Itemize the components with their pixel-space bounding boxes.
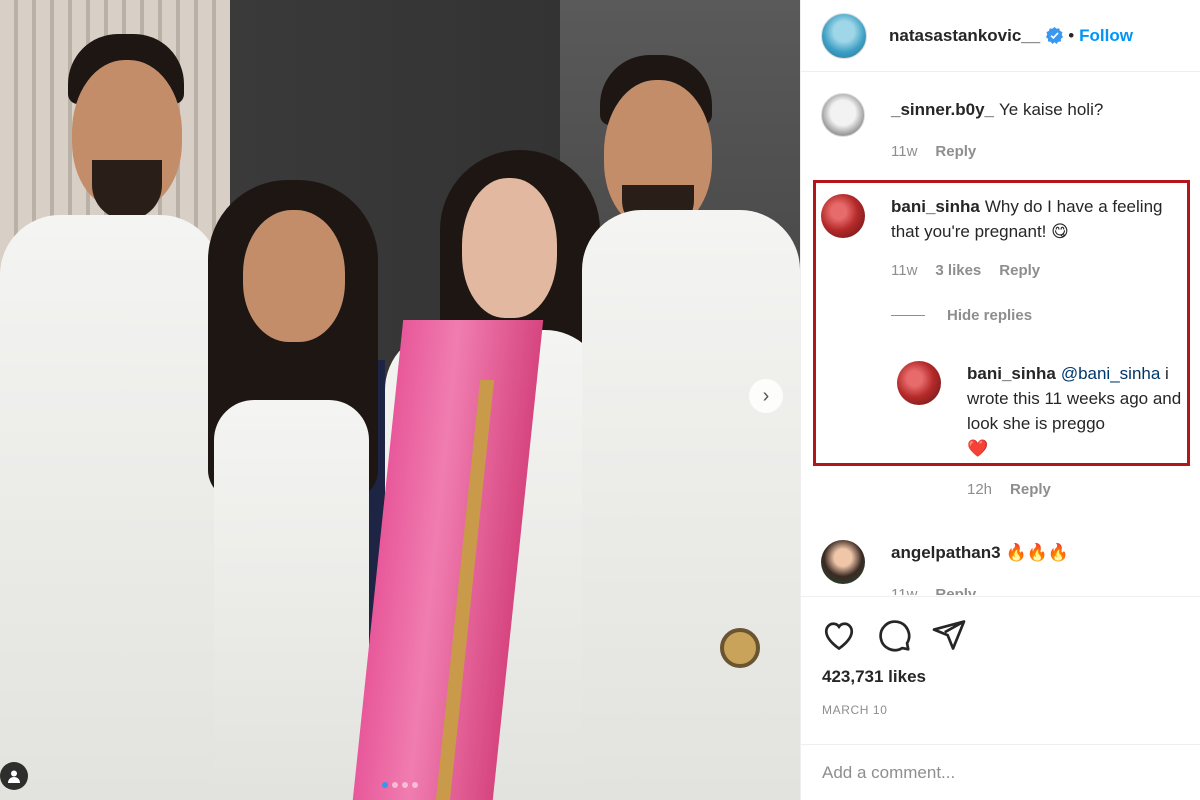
post-date: MARCH 10	[822, 703, 888, 717]
chevron-right-icon: ›	[762, 385, 770, 407]
comments-list[interactable]: _sinner.b0y_ Ye kaise holi? 11w Reply ban…	[801, 73, 1200, 595]
hide-replies-button[interactable]: Hide replies	[891, 307, 1032, 324]
carousel-dot	[412, 782, 418, 788]
owner-avatar[interactable]	[821, 12, 867, 59]
comment-icon[interactable]	[876, 617, 912, 653]
next-photo-button[interactable]: ›	[749, 379, 783, 413]
heart-emoji: ❤️	[967, 439, 989, 458]
user-tag-icon[interactable]	[0, 762, 28, 790]
add-comment-bar	[801, 744, 1200, 800]
divider-line	[891, 315, 925, 316]
carousel-dot	[402, 782, 408, 788]
follow-button[interactable]: Follow	[1079, 26, 1133, 46]
mention-link[interactable]: @bani_sinha	[1061, 364, 1161, 383]
post-actions: 423,731 likes MARCH 10	[801, 596, 1200, 744]
owner-username[interactable]: natasastankovic__	[889, 26, 1040, 46]
reply-button[interactable]: Reply	[935, 586, 976, 595]
comment-item: bani_sinha Why do I have a feeling that y…	[821, 194, 1190, 294]
separator-dot: •	[1068, 25, 1075, 45]
commenter-avatar[interactable]	[821, 540, 865, 584]
share-icon[interactable]	[931, 617, 967, 653]
carousel-indicator	[0, 782, 800, 788]
comment-likes[interactable]: 3 likes	[935, 262, 981, 279]
carousel-dot	[382, 782, 388, 788]
post-header: natasastankovic__ • Follow	[801, 0, 1200, 72]
reply-item: bani_sinha @bani_sinha i wrote this 11 we…	[897, 361, 1190, 501]
comment-time: 11w	[891, 262, 918, 279]
reply-button[interactable]: Reply	[999, 262, 1040, 279]
hide-replies-label: Hide replies	[947, 307, 1033, 324]
commenter-avatar[interactable]	[821, 194, 865, 238]
comment-item: angelpathan3 🔥🔥🔥 11w Reply	[821, 540, 1190, 595]
comment-time: 12h	[967, 481, 993, 498]
heart-icon[interactable]	[821, 617, 857, 653]
reply-button[interactable]: Reply	[935, 143, 976, 160]
comment-text: Ye kaise holi?	[999, 100, 1104, 119]
post-photo[interactable]: ›	[0, 0, 800, 800]
reply-button[interactable]: Reply	[1010, 481, 1051, 498]
comment-username[interactable]: bani_sinha	[891, 197, 980, 216]
comment-username[interactable]: _sinner.b0y_	[891, 100, 994, 119]
comment-username[interactable]: angelpathan3	[891, 543, 1001, 562]
comment-text: 🔥🔥🔥	[1005, 543, 1070, 562]
likes-count[interactable]: 423,731 likes	[822, 667, 926, 687]
verified-badge-icon	[1046, 27, 1064, 44]
wristwatch	[720, 628, 760, 668]
comment-time: 11w	[891, 586, 918, 595]
commenter-avatar[interactable]	[821, 93, 865, 137]
commenter-avatar[interactable]	[897, 361, 941, 405]
comment-username[interactable]: bani_sinha	[967, 364, 1056, 383]
add-comment-input[interactable]	[822, 762, 1162, 783]
carousel-dot	[392, 782, 398, 788]
comment-item: _sinner.b0y_ Ye kaise holi? 11w Reply	[821, 93, 1190, 173]
post-side-panel: natasastankovic__ • Follow _sinner.b0y_ Y…	[800, 0, 1200, 800]
comment-time: 11w	[891, 143, 918, 160]
